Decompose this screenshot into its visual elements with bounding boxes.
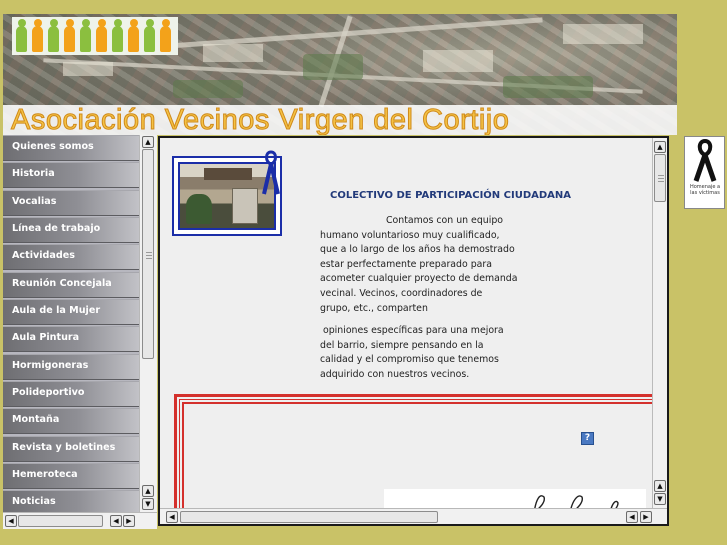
nav-item-5[interactable]: Reunión Concejala bbox=[3, 271, 139, 298]
scroll-left-button-2[interactable]: ◀ bbox=[110, 515, 122, 527]
scroll-thumb-horizontal[interactable] bbox=[18, 515, 103, 527]
scroll-left-button[interactable]: ◀ bbox=[5, 515, 17, 527]
nav-item-7[interactable]: Aula Pintura bbox=[3, 326, 139, 353]
logo-figure bbox=[48, 19, 59, 52]
logo-figure bbox=[160, 19, 171, 52]
logo-figure bbox=[128, 19, 139, 52]
logo-figure bbox=[80, 19, 91, 52]
content-scroll-left-button-2[interactable]: ◀ bbox=[626, 511, 638, 523]
nav-list: Quienes somos Historia Vocalias Línea de tr… bbox=[3, 135, 139, 529]
sidebar-nav: Quienes somos Historia Vocalias Línea de tr… bbox=[3, 135, 157, 529]
association-logo bbox=[12, 17, 178, 55]
paragraph2-line: del barrio, siempre pensando en la bbox=[320, 339, 484, 351]
content-scroll-right-button[interactable]: ▶ bbox=[640, 511, 652, 523]
black-ribbon-icon bbox=[693, 138, 717, 182]
nav-item-3[interactable]: Línea de trabajo bbox=[3, 217, 139, 244]
mourning-ribbon-icon bbox=[262, 150, 280, 195]
logo-figure bbox=[112, 19, 123, 52]
content-scroll-up-button[interactable]: ▲ bbox=[654, 141, 666, 153]
header-banner: Asociación Vecinos Virgen del Cortijo bbox=[3, 14, 677, 135]
content-scroll-thumb[interactable] bbox=[654, 154, 666, 202]
nav-item-10[interactable]: Montaña bbox=[3, 408, 139, 435]
scroll-down-button[interactable]: ▲ bbox=[142, 485, 154, 497]
paragraph-2: opiniones específicas para una mejora del… bbox=[320, 324, 520, 382]
content-horizontal-scrollbar[interactable]: ◀ ◀ ▶ bbox=[160, 508, 667, 524]
scroll-up-button[interactable]: ▲ bbox=[142, 136, 154, 148]
content-scroll-down-button[interactable]: ▼ bbox=[654, 493, 666, 505]
sidebar-vertical-scrollbar[interactable]: ▲ ▲ ▼ bbox=[139, 135, 157, 512]
sidebar-horizontal-scrollbar[interactable]: ◀ ◀ ▶ bbox=[3, 512, 157, 529]
nav-item-9[interactable]: Polideportivo bbox=[3, 381, 139, 408]
logo-figure bbox=[32, 19, 43, 52]
main-content-frame: COLECTIVO DE PARTICIPACIÓN CIUDADANA Con… bbox=[158, 136, 669, 526]
section-heading: COLECTIVO DE PARTICIPACIÓN CIUDADANA bbox=[330, 190, 572, 201]
description-text: Contamos con un equipo humano voluntarios… bbox=[320, 214, 520, 383]
tribute-badge[interactable]: Homenaje a las víctimas bbox=[684, 136, 725, 209]
help-icon[interactable]: ? bbox=[581, 432, 594, 445]
tribute-label: Homenaje a las víctimas bbox=[689, 184, 721, 196]
nav-item-4[interactable]: Actividades bbox=[3, 244, 139, 271]
nav-item-6[interactable]: Aula de la Mujer bbox=[3, 299, 139, 326]
scroll-thumb[interactable] bbox=[142, 149, 154, 359]
content-vertical-scrollbar[interactable]: ▲ ▲ ▼ bbox=[652, 138, 667, 508]
paragraph1-line: estar perfectamente preparado para bbox=[320, 258, 493, 270]
content-scroll-thumb-horizontal[interactable] bbox=[180, 511, 438, 523]
paragraph1-line: Contamos con un equipo bbox=[386, 215, 504, 226]
content-scroll-up-button-2[interactable]: ▲ bbox=[654, 480, 666, 492]
paragraph2-line: adquirido con nuestros vecinos. bbox=[320, 368, 470, 380]
paragraph1-line: que a lo largo de los años ha demostrado bbox=[320, 244, 515, 256]
paragraph-1: Contamos con un equipo humano voluntarios… bbox=[320, 214, 520, 316]
logo-figure bbox=[144, 19, 155, 52]
logo-figure bbox=[16, 19, 27, 52]
nav-item-11[interactable]: Revista y boletines bbox=[3, 435, 139, 462]
paragraph1-line: humano voluntarioso muy cualificado, bbox=[320, 229, 500, 241]
paragraph2-line: calidad y el compromiso que tenemos bbox=[320, 354, 499, 366]
paragraph1-line: grupo, etc., comparten bbox=[320, 302, 428, 314]
scroll-down-button-2[interactable]: ▼ bbox=[142, 498, 154, 510]
page: Asociación Vecinos Virgen del Cortijo Qu… bbox=[0, 0, 727, 545]
site-title: Asociación Vecinos Virgen del Cortijo bbox=[10, 104, 510, 136]
paragraph1-line: acometer cualquier proyecto de demanda bbox=[320, 273, 518, 285]
content-scroll-left-button[interactable]: ◀ bbox=[166, 511, 178, 523]
nav-item-2[interactable]: Vocalias bbox=[3, 189, 139, 216]
nav-item-8[interactable]: Hormigoneras bbox=[3, 353, 139, 380]
paragraph2-line: opiniones específicas para una mejora bbox=[320, 325, 504, 337]
scroll-right-button[interactable]: ▶ bbox=[123, 515, 135, 527]
logo-figure bbox=[64, 19, 75, 52]
nav-item-0[interactable]: Quienes somos bbox=[3, 135, 139, 161]
nav-item-12[interactable]: Hemeroteca bbox=[3, 463, 139, 490]
logo-figure bbox=[96, 19, 107, 52]
nav-item-1[interactable]: Historia bbox=[3, 162, 139, 189]
paragraph1-line: vecinal. Vecinos, coordinadores de bbox=[320, 287, 483, 299]
